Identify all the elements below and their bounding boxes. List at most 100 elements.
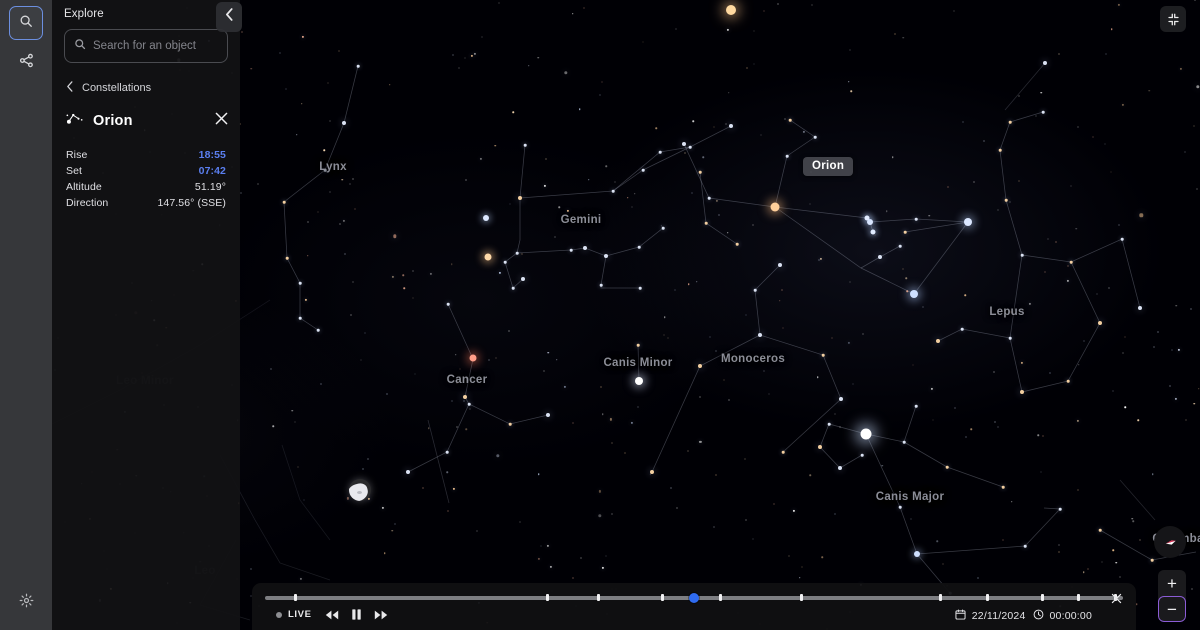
- constellation-star[interactable]: [599, 283, 603, 287]
- close-icon[interactable]: [1111, 591, 1122, 609]
- time-slider-thumb[interactable]: [689, 592, 699, 603]
- constellation-star[interactable]: [1004, 198, 1008, 202]
- constellation-star[interactable]: [945, 465, 949, 469]
- constellation-star[interactable]: [636, 343, 640, 347]
- time-slider[interactable]: [265, 592, 1123, 603]
- constellation-star[interactable]: [511, 286, 515, 290]
- constellation-star[interactable]: [1066, 379, 1070, 383]
- constellation-star[interactable]: [898, 244, 902, 248]
- constellation-star[interactable]: [936, 339, 940, 343]
- constellation-star[interactable]: [637, 245, 641, 249]
- live-button[interactable]: LIVE: [276, 609, 312, 620]
- constellation-star[interactable]: [638, 286, 642, 290]
- date-picker[interactable]: 22/11/2024: [955, 609, 1026, 623]
- constellation-star[interactable]: [682, 142, 686, 146]
- constellation-star[interactable]: [641, 168, 645, 172]
- constellation-star[interactable]: [704, 221, 708, 225]
- constellation-star[interactable]: [463, 395, 467, 399]
- constellation-star[interactable]: [661, 226, 665, 230]
- constellation-star[interactable]: [1150, 558, 1154, 562]
- search-input[interactable]: [93, 40, 218, 52]
- constellation-star[interactable]: [898, 505, 902, 509]
- constellation-star[interactable]: [298, 316, 302, 320]
- fast-forward-icon[interactable]: [374, 610, 388, 620]
- constellation-star[interactable]: [1058, 507, 1062, 511]
- constellation-star[interactable]: [1020, 253, 1024, 257]
- constellation-star[interactable]: [788, 118, 792, 122]
- constellation-star[interactable]: [818, 445, 822, 449]
- constellation-star[interactable]: [902, 440, 906, 444]
- constellation-star[interactable]: [611, 189, 615, 193]
- constellation-star[interactable]: [356, 64, 360, 68]
- constellation-star[interactable]: [813, 135, 817, 139]
- compass-icon[interactable]: [1154, 526, 1186, 558]
- constellation-star[interactable]: [285, 256, 289, 260]
- constellation-star[interactable]: [960, 327, 964, 331]
- constellation-star[interactable]: [1120, 237, 1124, 241]
- constellation-star[interactable]: [282, 200, 286, 204]
- panel-collapse-button[interactable]: [216, 2, 242, 32]
- constellation-star[interactable]: [521, 277, 525, 281]
- constellation-star[interactable]: [503, 260, 507, 264]
- constellation-star[interactable]: [698, 364, 702, 368]
- constellation-star[interactable]: [698, 170, 702, 174]
- constellation-star[interactable]: [878, 255, 882, 259]
- constellation-star[interactable]: [860, 453, 864, 457]
- constellation-star[interactable]: [1023, 544, 1027, 548]
- constellation-star[interactable]: [735, 242, 739, 246]
- constellation-star[interactable]: [518, 196, 522, 200]
- constellation-star[interactable]: [753, 288, 757, 292]
- constellation-star[interactable]: [508, 422, 512, 426]
- constellation-star[interactable]: [838, 466, 842, 470]
- constellation-star[interactable]: [467, 402, 471, 406]
- pause-icon[interactable]: [351, 609, 361, 620]
- constellation-star[interactable]: [523, 143, 527, 147]
- constellation-star[interactable]: [546, 413, 550, 417]
- constellation-star[interactable]: [1098, 321, 1102, 325]
- close-icon[interactable]: [215, 112, 228, 130]
- rail-share-button[interactable]: [9, 46, 43, 80]
- constellation-star[interactable]: [1041, 110, 1045, 114]
- constellation-star[interactable]: [1001, 485, 1005, 489]
- constellation-star[interactable]: [569, 248, 573, 252]
- breadcrumb[interactable]: Constellations: [66, 81, 240, 95]
- constellation-star[interactable]: [827, 422, 831, 426]
- rewind-icon[interactable]: [325, 610, 339, 620]
- constellation-star[interactable]: [406, 470, 410, 474]
- constellation-star[interactable]: [758, 333, 762, 337]
- time-picker[interactable]: 00:00:00: [1033, 609, 1092, 623]
- constellation-star[interactable]: [298, 281, 302, 285]
- constellation-star[interactable]: [342, 121, 346, 125]
- fullscreen-exit-icon[interactable]: [1160, 6, 1186, 32]
- constellation-star[interactable]: [1020, 390, 1024, 394]
- rail-search-button[interactable]: [9, 6, 43, 40]
- constellation-star[interactable]: [729, 124, 733, 128]
- constellation-star[interactable]: [1043, 61, 1047, 65]
- constellation-star[interactable]: [914, 217, 918, 221]
- constellation-star[interactable]: [1008, 336, 1012, 340]
- constellation-star[interactable]: [821, 353, 825, 357]
- constellation-star[interactable]: [785, 154, 789, 158]
- constellation-star[interactable]: [778, 263, 782, 267]
- constellation-star[interactable]: [445, 450, 449, 454]
- constellation-star[interactable]: [1069, 260, 1073, 264]
- moon[interactable]: [349, 479, 371, 501]
- constellation-star[interactable]: [583, 246, 587, 250]
- constellation-star[interactable]: [515, 251, 519, 255]
- constellation-star[interactable]: [707, 196, 711, 200]
- constellation-star[interactable]: [839, 397, 843, 401]
- constellation-star[interactable]: [650, 470, 654, 474]
- constellation-star[interactable]: [446, 302, 450, 306]
- constellation-star[interactable]: [998, 148, 1002, 152]
- constellation-star[interactable]: [1138, 306, 1142, 310]
- zoom-out-button[interactable]: −: [1158, 596, 1186, 622]
- search-field-wrapper[interactable]: [64, 29, 228, 63]
- constellation-star[interactable]: [914, 404, 918, 408]
- rail-settings-button[interactable]: [9, 586, 43, 620]
- constellation-star[interactable]: [1008, 120, 1012, 124]
- constellation-star[interactable]: [658, 150, 662, 154]
- zoom-in-button[interactable]: +: [1158, 570, 1186, 596]
- constellation-star[interactable]: [903, 230, 907, 234]
- constellation-star[interactable]: [323, 168, 327, 172]
- constellation-star[interactable]: [604, 254, 608, 258]
